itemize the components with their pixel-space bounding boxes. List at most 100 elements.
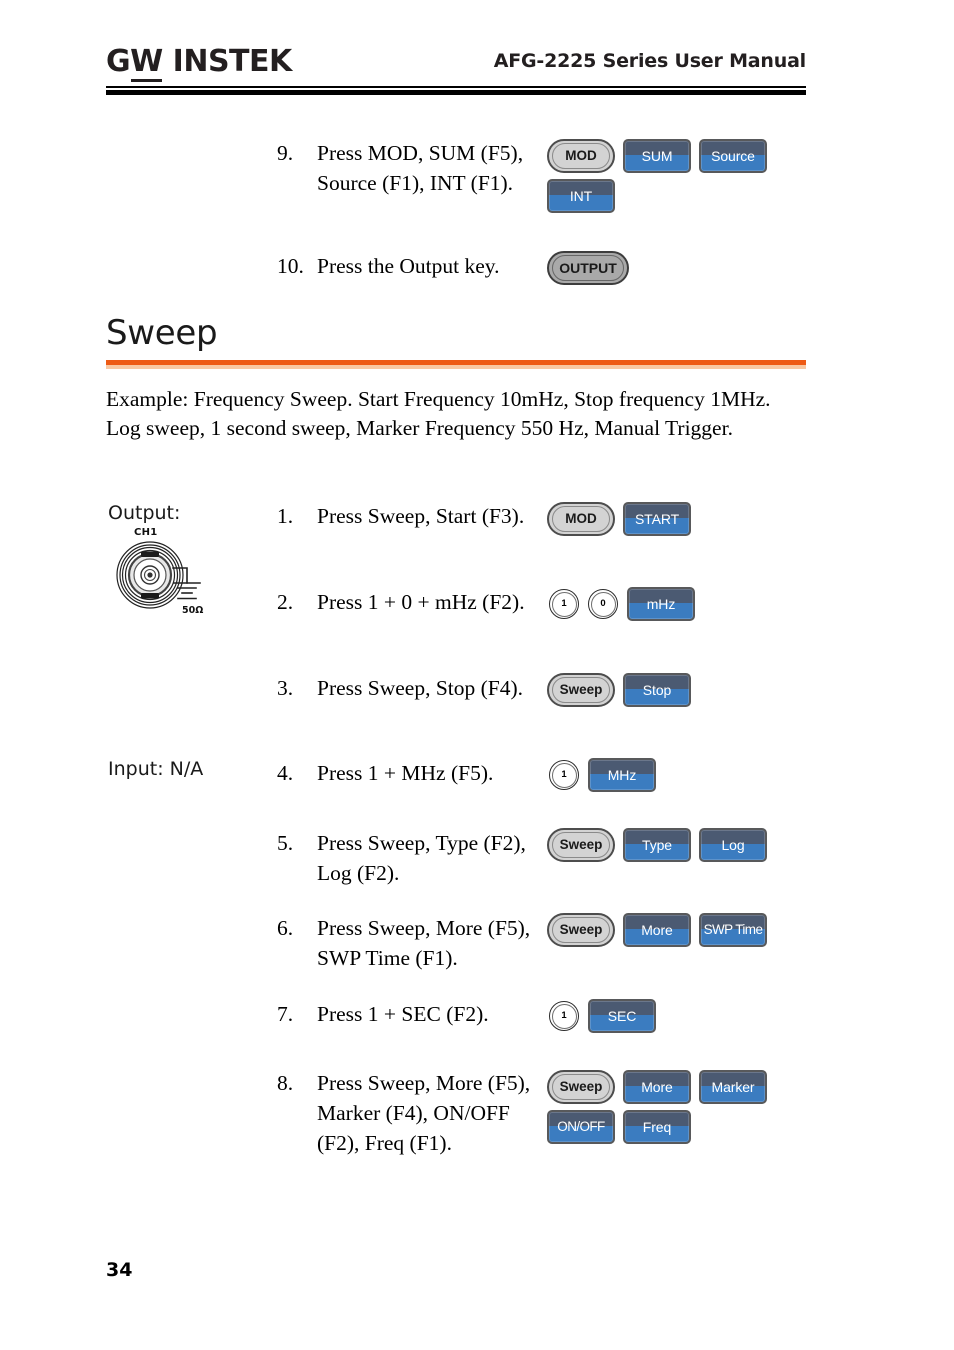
key-sweep-1[interactable]: Sweep [547,673,615,707]
step-5-text: Press Sweep, Type (F2), Log (F2). [317,831,526,885]
logo-instek-text: INSTEK [172,44,293,79]
key-sec[interactable]: SEC [588,999,656,1033]
key-log[interactable]: Log [699,828,767,862]
section-heading-sweep: Sweep [106,313,218,353]
header-rule-thick [106,90,806,95]
step-4-keys: 1 MHz [549,758,656,792]
key-mod-2-label: MOD [565,511,597,527]
step-4-number: 4. [277,761,294,785]
step-7-text: Press 1 + SEC (F2). [317,1002,489,1026]
page-number: 34 [106,1259,133,1281]
manual-title: AFG-2225 Series User Manual [493,50,806,72]
key-on-off[interactable]: ON/OFF [547,1110,615,1144]
key-digit-1-c[interactable]: 1 [549,1001,579,1031]
key-on-off-label: ON/OFF [557,1119,605,1135]
key-mhz-milli[interactable]: mHz [627,587,695,621]
bnc-connector-diagram: CH1 50Ω [110,527,220,622]
key-more-1-label: More [641,922,673,938]
key-mod[interactable]: MOD [547,139,615,173]
key-mhz-mega-label: MHz [607,767,637,783]
key-mod-2[interactable]: MOD [547,502,615,536]
key-mhz-mega[interactable]: MHz [588,758,656,792]
step-8-number: 8. [277,1071,294,1095]
page-header: GW INSTEK AFG-2225 Series User Manual [106,44,806,90]
key-more-2-label: More [641,1079,673,1095]
step-3-keys: Sweep Stop [547,673,691,707]
step-10-number: 10. [277,254,304,278]
key-sweep-4-label: Sweep [559,1079,603,1095]
step-1-keys: MOD START [547,502,691,536]
key-sweep-3[interactable]: Sweep [547,913,615,947]
bnc-impedance-label: 50Ω [182,605,204,616]
key-int[interactable]: INT [547,179,615,213]
key-sweep-2-label: Sweep [559,837,603,853]
key-marker-label: Marker [711,1079,755,1095]
key-sum-label: SUM [641,148,673,164]
key-log-label: Log [721,837,745,853]
step-1-number: 1. [277,504,294,528]
step-8-keys-row1: Sweep More Marker [547,1070,767,1104]
key-start[interactable]: START [623,502,691,536]
step-5-keys: Sweep Type Log [547,828,767,862]
key-sweep-2[interactable]: Sweep [547,828,615,862]
step-5-number: 5. [277,831,294,855]
key-freq[interactable]: Freq [623,1110,691,1144]
key-more-2[interactable]: More [623,1070,691,1104]
key-output[interactable]: OUTPUT [547,251,629,285]
key-sweep-3-label: Sweep [559,922,603,938]
key-swp-time-label: SWP Time [703,922,763,938]
output-label: Output: [108,502,181,524]
step-8-text: Press Sweep, More (F5), Marker (F4), ON/… [317,1071,531,1155]
key-stop-label: Stop [642,682,672,698]
bnc-connector-icon [116,541,201,609]
step-9-text: Press MOD, SUM (F5), Source (F1), INT (F… [317,141,524,195]
step-6-keys: Sweep More SWP Time [547,913,767,947]
key-freq-label: Freq [642,1119,672,1135]
key-type-label: Type [642,837,672,853]
step-2-text: Press 1 + 0 + mHz (F2). [317,590,525,614]
key-mhz-milli-label: mHz [646,596,676,612]
key-digit-1-label: 1 [561,598,567,610]
key-sweep-4[interactable]: Sweep [547,1070,615,1104]
step-8-keys-row2: ON/OFF Freq [547,1110,691,1144]
key-digit-0-label: 0 [600,598,606,610]
document-page: GW INSTEK AFG-2225 Series User Manual 9.… [0,0,954,1350]
key-digit-1[interactable]: 1 [549,589,579,619]
key-marker[interactable]: Marker [699,1070,767,1104]
step-4-text: Press 1 + MHz (F5). [317,761,494,785]
key-more-1[interactable]: More [623,913,691,947]
key-swp-time[interactable]: SWP Time [699,913,767,947]
key-type[interactable]: Type [623,828,691,862]
key-mod-label: MOD [565,148,597,164]
logo-letter-w-underlined: W [130,44,163,82]
step-10-keys-row1: OUTPUT [547,251,629,285]
step-2-keys: 1 0 mHz [549,587,695,621]
key-digit-1-b-label: 1 [561,769,567,781]
key-start-label: START [634,511,680,527]
step-2-number: 2. [277,590,294,614]
key-sum[interactable]: SUM [623,139,691,173]
key-digit-0[interactable]: 0 [588,589,618,619]
step-9-keys-row2: INT [547,179,615,213]
logo-underline [131,79,162,82]
step-6-number: 6. [277,916,294,940]
step-1-text: Press Sweep, Start (F3). [317,504,525,528]
key-output-label: OUTPUT [559,260,617,276]
bnc-channel-label: CH1 [134,527,158,538]
step-10-text: Press the Output key. [317,254,500,278]
input-label: Input: N/A [108,758,204,780]
step-3-number: 3. [277,676,294,700]
step-3-text: Press Sweep, Stop (F4). [317,676,524,700]
key-sweep-1-label: Sweep [559,682,603,698]
key-sec-label: SEC [607,1008,637,1024]
key-digit-1-b[interactable]: 1 [549,760,579,790]
logo-letter-g: G [106,44,131,79]
logo-letter-w: W [130,44,163,79]
key-source[interactable]: Source [699,139,767,173]
step-6-text: Press Sweep, More (F5), SWP Time (F1). [317,916,531,970]
key-stop[interactable]: Stop [623,673,691,707]
key-int-label: INT [569,188,593,204]
header-rule-thin [106,86,806,88]
example-paragraph: Example: Frequency Sweep. Start Frequenc… [106,387,771,440]
step-7-keys: 1 SEC [549,999,656,1033]
